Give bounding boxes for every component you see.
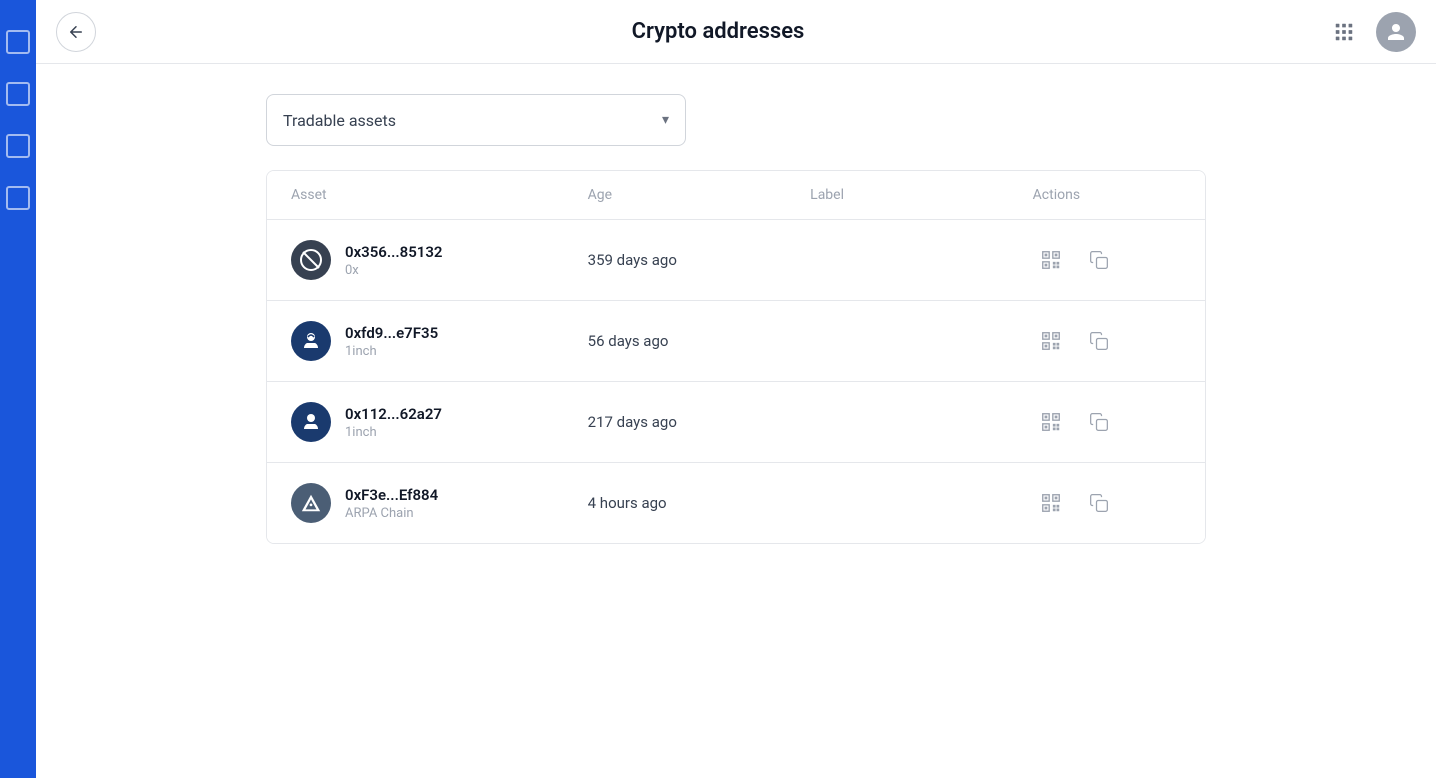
sidebar-item-4[interactable] [6, 186, 30, 210]
asset-address-2: 0xfd9...e7F35 [345, 324, 438, 342]
header-left [56, 12, 96, 52]
actions-cell-1 [1033, 242, 1181, 278]
table-row: 0xF3e...Ef884 ARPA Chain 4 hours ago [267, 463, 1205, 543]
asset-info-2: 0xfd9...e7F35 1inch [345, 324, 438, 359]
column-asset: Asset [291, 187, 588, 203]
sidebar-nav [6, 30, 30, 210]
asset-cell-4: 0xF3e...Ef884 ARPA Chain [291, 483, 588, 523]
actions-cell-4 [1033, 485, 1181, 521]
asset-info-4: 0xF3e...Ef884 ARPA Chain [345, 486, 438, 521]
content-area: Tradable assets ▾ Asset Age Label Action… [36, 64, 1436, 778]
grid-icon[interactable] [1324, 12, 1364, 52]
table-row: 0x112...62a27 1inch 217 days ago [267, 382, 1205, 463]
asset-ticker-4: ARPA Chain [345, 506, 438, 521]
asset-cell-3: 0x112...62a27 1inch [291, 402, 588, 442]
addresses-table: Asset Age Label Actions 0x356...85132 [266, 170, 1206, 544]
actions-cell-2 [1033, 323, 1181, 359]
qr-code-button-1[interactable] [1033, 242, 1069, 278]
main-content: Crypto addresses [36, 0, 1436, 778]
sidebar-item-3[interactable] [6, 134, 30, 158]
asset-filter-dropdown[interactable]: Tradable assets ▾ [266, 94, 686, 146]
age-cell-2: 56 days ago [588, 332, 811, 350]
sidebar [0, 0, 36, 778]
copy-button-3[interactable] [1081, 404, 1117, 440]
user-avatar[interactable] [1376, 12, 1416, 52]
copy-button-2[interactable] [1081, 323, 1117, 359]
age-cell-4: 4 hours ago [588, 494, 811, 512]
age-cell-1: 359 days ago [588, 251, 811, 269]
table-header: Asset Age Label Actions [267, 171, 1205, 220]
chevron-down-icon: ▾ [662, 112, 669, 128]
page-title: Crypto addresses [632, 19, 805, 44]
sidebar-item-2[interactable] [6, 82, 30, 106]
filter-row: Tradable assets ▾ [266, 94, 1206, 146]
table-row: 0x356...85132 0x 359 days ago [267, 220, 1205, 301]
copy-button-1[interactable] [1081, 242, 1117, 278]
qr-code-button-3[interactable] [1033, 404, 1069, 440]
asset-address-1: 0x356...85132 [345, 243, 443, 261]
age-cell-3: 217 days ago [588, 413, 811, 431]
column-label: Label [810, 187, 1033, 203]
asset-address-4: 0xF3e...Ef884 [345, 486, 438, 504]
qr-code-button-2[interactable] [1033, 323, 1069, 359]
asset-icon-3 [291, 402, 331, 442]
asset-ticker-2: 1inch [345, 344, 438, 359]
asset-icon-1 [291, 240, 331, 280]
asset-address-3: 0x112...62a27 [345, 405, 442, 423]
column-actions: Actions [1033, 187, 1181, 203]
copy-button-4[interactable] [1081, 485, 1117, 521]
column-age: Age [588, 187, 811, 203]
dropdown-label: Tradable assets [283, 111, 396, 130]
actions-cell-3 [1033, 404, 1181, 440]
asset-ticker-3: 1inch [345, 425, 442, 440]
sidebar-item-1[interactable] [6, 30, 30, 54]
asset-info-3: 0x112...62a27 1inch [345, 405, 442, 440]
asset-icon-2 [291, 321, 331, 361]
qr-code-button-4[interactable] [1033, 485, 1069, 521]
asset-cell-2: 0xfd9...e7F35 1inch [291, 321, 588, 361]
asset-cell-1: 0x356...85132 0x [291, 240, 588, 280]
header: Crypto addresses [36, 0, 1436, 64]
asset-icon-4 [291, 483, 331, 523]
back-button[interactable] [56, 12, 96, 52]
asset-info-1: 0x356...85132 0x [345, 243, 443, 278]
asset-ticker-1: 0x [345, 263, 443, 278]
table-row: 0xfd9...e7F35 1inch 56 days ago [267, 301, 1205, 382]
header-right [1324, 12, 1416, 52]
